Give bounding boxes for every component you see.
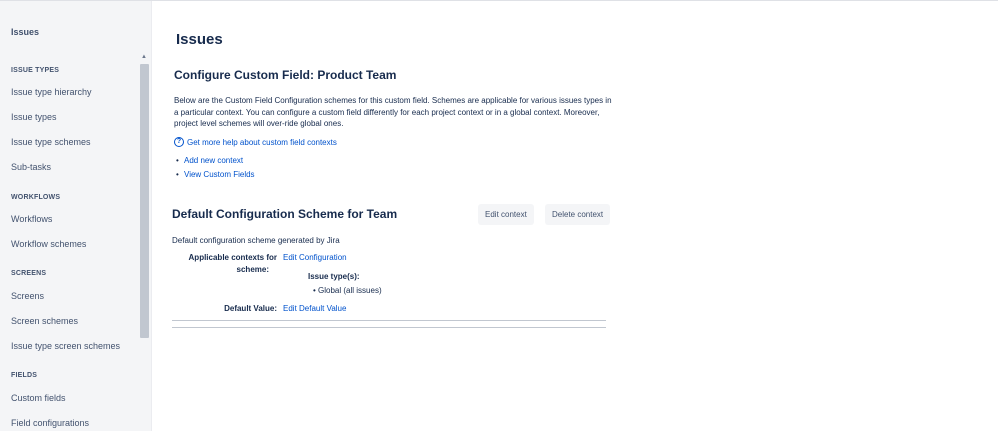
sidebar-item-issue-type-screen-schemes[interactable]: Issue type screen schemes [11, 341, 120, 351]
sidebar-section-screens: SCREENS [11, 270, 47, 277]
page-title: Issues [176, 31, 223, 48]
edit-configuration-link[interactable]: Edit Configuration [283, 253, 347, 262]
scheme-description: Default configuration scheme generated b… [172, 236, 340, 245]
contexts-label-line1: Applicable contexts for [188, 253, 277, 262]
edit-default-value-link[interactable]: Edit Default Value [283, 304, 346, 313]
sidebar-item-workflow-schemes[interactable]: Workflow schemes [11, 239, 86, 249]
edit-context-button[interactable]: Edit context [478, 204, 534, 225]
main-content: Issues Configure Custom Field: Product T… [152, 1, 998, 431]
default-value-label: Default Value: [224, 304, 277, 313]
sidebar-item-custom-fields[interactable]: Custom fields [11, 393, 66, 403]
help-link-label: Get more help about custom field context… [187, 137, 337, 147]
scroll-up-arrow-icon[interactable]: ▲ [141, 54, 147, 60]
sidebar-item-screen-schemes[interactable]: Screen schemes [11, 316, 78, 326]
sidebar-item-issue-type-schemes[interactable]: Issue type schemes [11, 137, 91, 147]
help-question-icon: ? [174, 137, 184, 147]
issue-types-label: Issue type(s): [308, 272, 360, 281]
view-custom-fields-link[interactable]: View Custom Fields [176, 170, 255, 184]
sidebar: Issues ▲ ISSUE TYPES Issue type hierarch… [0, 1, 152, 431]
sidebar-item-sub-tasks[interactable]: Sub-tasks [11, 162, 51, 172]
sidebar-section-fields: FIELDS [11, 372, 38, 379]
sidebar-section-issue-types: ISSUE TYPES [11, 67, 60, 74]
action-links: Add new context View Custom Fields [176, 156, 255, 184]
sidebar-item-screens[interactable]: Screens [11, 291, 44, 301]
description-text: Below are the Custom Field Configuration… [174, 96, 612, 128]
sidebar-item-workflows[interactable]: Workflows [11, 214, 52, 224]
help-link[interactable]: ? Get more help about custom field conte… [174, 137, 337, 147]
contexts-label-line2: scheme: [236, 265, 269, 274]
sidebar-item-issue-type-hierarchy[interactable]: Issue type hierarchy [11, 87, 92, 97]
divider-top [172, 320, 606, 321]
issue-type-item-label: Global (all issues) [318, 286, 382, 295]
configure-field-title: Configure Custom Field: Product Team [174, 68, 397, 82]
sidebar-title: Issues [11, 27, 40, 37]
sidebar-item-field-configurations[interactable]: Field configurations [11, 418, 89, 428]
sidebar-section-workflows: WORKFLOWS [11, 194, 61, 201]
issue-type-item: • Global (all issues) [313, 286, 382, 295]
divider-bottom [172, 327, 606, 328]
add-new-context-link[interactable]: Add new context [176, 156, 255, 170]
sidebar-item-issue-types[interactable]: Issue types [11, 112, 57, 122]
delete-context-button[interactable]: Delete context [545, 204, 611, 225]
scheme-title: Default Configuration Scheme for Team [172, 207, 398, 221]
sidebar-scrollbar[interactable] [140, 64, 149, 338]
